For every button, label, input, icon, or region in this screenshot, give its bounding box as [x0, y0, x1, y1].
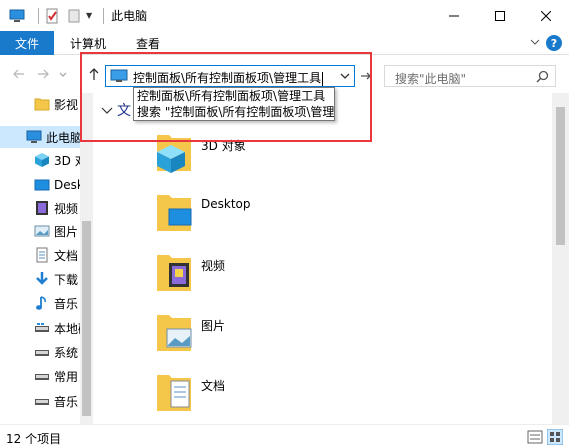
list-item[interactable]: 图片 — [155, 305, 225, 355]
folder-icon — [34, 98, 50, 111]
picture-folder-icon — [157, 315, 192, 351]
computer-icon — [26, 130, 42, 143]
content-scroll-thumb[interactable] — [556, 107, 565, 245]
list-item[interactable]: 视频 — [155, 245, 225, 295]
video-icon — [36, 201, 48, 215]
ribbon: 文件 计算机 查看 ? — [0, 31, 569, 55]
document-icon — [36, 247, 48, 263]
suggestion-item[interactable]: 控制面板\所有控制面板项\管理工具 — [134, 88, 334, 104]
tab-file[interactable]: 文件 — [0, 31, 54, 55]
search-input[interactable]: 搜索"此电脑" — [395, 70, 466, 87]
drive-icon — [35, 374, 49, 380]
address-bar[interactable]: 控制面板\所有控制面板项\管理工具 — [105, 65, 355, 87]
go-arrow-icon[interactable] — [360, 70, 372, 82]
sidebar-scroll-thumb[interactable] — [82, 221, 91, 416]
close-button[interactable] — [523, 0, 569, 31]
minimize-icon — [449, 15, 459, 16]
drive-icon — [35, 350, 49, 356]
tab-view[interactable]: 查看 — [136, 31, 160, 55]
computer-icon — [9, 9, 25, 22]
video-folder-icon — [157, 255, 191, 291]
content-scrollbar[interactable] — [552, 93, 569, 424]
large-icons-view-icon[interactable] — [547, 429, 563, 445]
sidebar-item-drive-common[interactable]: 常用 — [0, 365, 80, 387]
list-item[interactable]: 文档 — [155, 365, 225, 415]
address-input[interactable]: 控制面板\所有控制面板项\管理工具 — [133, 69, 324, 86]
picture-icon — [34, 225, 50, 237]
sidebar-item-desktop[interactable]: Desktop — [0, 174, 80, 196]
recent-locations-icon[interactable] — [58, 67, 68, 81]
search-box[interactable]: 搜索"此电脑" — [384, 65, 556, 87]
minimize-button[interactable] — [431, 0, 477, 31]
sidebar-item-pictures[interactable]: 图片 — [0, 220, 80, 242]
sidebar-scrollbar[interactable] — [80, 93, 93, 424]
sidebar-item-folder[interactable]: 影视 — [0, 93, 80, 115]
sidebar-item-drive-music[interactable]: 音乐 — [0, 390, 80, 412]
help-button[interactable]: ? — [546, 35, 562, 51]
expand-ribbon-icon[interactable] — [529, 36, 541, 48]
file-list: 文 3D 对象 Desktop 视频 图片 文档 — [95, 93, 552, 424]
sidebar-item-downloads[interactable]: 下载 — [0, 268, 80, 290]
title-bar: ▼ 此电脑 — [0, 0, 569, 31]
maximize-icon — [495, 10, 505, 21]
properties-icon[interactable] — [44, 8, 60, 24]
drive-icon — [35, 399, 49, 405]
address-dropdown-icon[interactable] — [340, 71, 350, 81]
item-name: 图片 — [201, 319, 226, 333]
desktop-icon — [34, 179, 50, 191]
forward-icon[interactable] — [36, 67, 50, 81]
list-item[interactable]: 3D 对象 — [155, 125, 246, 175]
sidebar-item-music[interactable]: 音乐 — [0, 292, 80, 314]
music-icon — [36, 296, 46, 310]
document-folder-icon — [157, 375, 191, 411]
address-suggestions: 控制面板\所有控制面板项\管理工具 搜索 "控制面板\所有控制面板项\管理 — [133, 87, 335, 121]
cube-icon — [35, 153, 49, 167]
close-icon — [541, 10, 551, 21]
list-item[interactable]: Desktop — [155, 185, 251, 235]
search-icon[interactable] — [536, 70, 549, 83]
desktop-folder-icon — [157, 195, 192, 231]
sidebar-item-documents[interactable]: 文档 — [0, 244, 80, 266]
status-bar: 12 个项目 — [0, 424, 569, 448]
new-folder-icon[interactable] — [66, 8, 82, 24]
back-icon[interactable] — [12, 67, 26, 81]
sidebar-item-3d-objects[interactable]: 3D 对象 — [0, 149, 80, 171]
group-header[interactable]: 文 — [101, 100, 131, 120]
quick-access-toolbar: ▼ — [33, 7, 109, 24]
window-title: 此电脑 — [111, 9, 148, 23]
customize-toolbar-icon[interactable]: ▼ — [86, 11, 92, 20]
sidebar-item-this-pc[interactable]: 此电脑 — [0, 126, 80, 148]
maximize-button[interactable] — [477, 0, 523, 31]
suggestion-search-item[interactable]: 搜索 "控制面板\所有控制面板项\管理 — [134, 104, 334, 120]
sidebar-item-drive-system[interactable]: 系统 — [0, 341, 80, 363]
cube-folder-icon — [157, 135, 191, 173]
item-name: 3D 对象 — [201, 139, 246, 153]
download-icon — [36, 272, 48, 285]
item-name: 文档 — [201, 379, 226, 393]
item-count: 12 个项目 — [6, 432, 62, 446]
chevron-down-icon — [101, 107, 113, 114]
drive-icon — [35, 323, 49, 332]
item-name: 视频 — [201, 259, 226, 273]
tab-computer[interactable]: 计算机 — [70, 31, 106, 55]
control-panel-icon — [110, 69, 128, 82]
item-name: Desktop — [201, 197, 251, 211]
sidebar-item-local-disk[interactable]: 本地磁盘 — [0, 317, 80, 339]
up-icon[interactable] — [87, 67, 101, 81]
details-view-icon[interactable] — [527, 429, 543, 445]
sidebar-item-videos[interactable]: 视频 — [0, 197, 80, 219]
